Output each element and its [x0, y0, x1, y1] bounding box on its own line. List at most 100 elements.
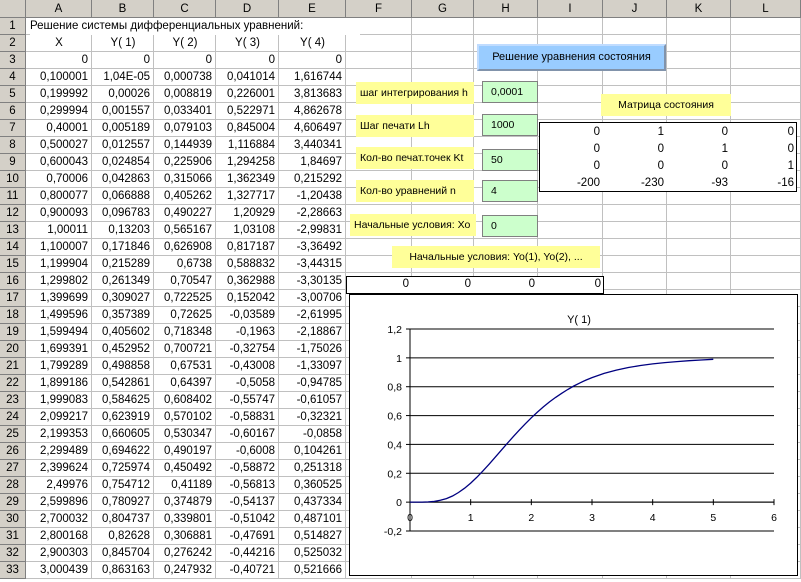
row-header[interactable]: 25	[0, 426, 26, 443]
data-cell[interactable]: 2,399624	[26, 460, 91, 477]
data-cell[interactable]: 0,452952	[92, 341, 153, 358]
data-cell[interactable]: 0,40001	[26, 120, 91, 137]
row-header[interactable]: 22	[0, 375, 26, 392]
column-header-j[interactable]: J	[603, 0, 667, 18]
data-cell[interactable]: 0,405262	[154, 188, 215, 205]
data-cell[interactable]: 0,315066	[154, 171, 215, 188]
row-header[interactable]: 5	[0, 86, 26, 103]
matrix-cell[interactable]: -230	[603, 175, 667, 192]
data-cell[interactable]: 0,374879	[154, 494, 215, 511]
data-cell[interactable]: -0,43008	[216, 358, 278, 375]
initial-y0-cell[interactable]: 0	[538, 276, 604, 293]
data-cell[interactable]: -0,58831	[216, 409, 278, 426]
data-cell[interactable]: 0,306881	[154, 528, 215, 545]
data-cell[interactable]: 1,299802	[26, 273, 91, 290]
data-cell[interactable]: 1,294258	[216, 154, 278, 171]
data-cell[interactable]: 0,000738	[154, 69, 215, 86]
data-cell[interactable]: 0	[92, 52, 153, 69]
data-cell[interactable]: 0,299994	[26, 103, 91, 120]
data-cell[interactable]: -0,55747	[216, 392, 278, 409]
row-header[interactable]: 17	[0, 290, 26, 307]
initial-y0-cell[interactable]: 0	[474, 276, 538, 293]
data-cell[interactable]: 1,599494	[26, 324, 91, 341]
data-cell[interactable]: 1,03108	[216, 222, 278, 239]
column-header-b[interactable]: B	[92, 0, 154, 18]
data-cell[interactable]: -3,00706	[279, 290, 345, 307]
data-cell[interactable]: -0,61057	[279, 392, 345, 409]
column-header-d[interactable]: D	[216, 0, 279, 18]
column-header-h[interactable]: H	[474, 0, 538, 18]
data-cell[interactable]: 0,70547	[154, 273, 215, 290]
row-header[interactable]: 23	[0, 392, 26, 409]
data-cell[interactable]: 0,70006	[26, 171, 91, 188]
row-header[interactable]: 2	[0, 35, 26, 52]
data-cell[interactable]: 0,82628	[92, 528, 153, 545]
data-cell[interactable]: 1,199904	[26, 256, 91, 273]
data-cell[interactable]: 2,299489	[26, 443, 91, 460]
data-cell[interactable]: 0,215289	[92, 256, 153, 273]
matrix-cell[interactable]: -93	[667, 175, 731, 192]
data-cell[interactable]: 1,100007	[26, 239, 91, 256]
data-cell[interactable]: 0,67531	[154, 358, 215, 375]
print-points-input[interactable]: 50	[482, 149, 538, 171]
data-cell[interactable]: 1,116884	[216, 137, 278, 154]
data-cell[interactable]: 2,900303	[26, 545, 91, 562]
data-cell[interactable]: 0,817187	[216, 239, 278, 256]
row-header[interactable]: 9	[0, 154, 26, 171]
data-cell[interactable]: 0,152042	[216, 290, 278, 307]
data-cell[interactable]: 2,599896	[26, 494, 91, 511]
data-cell[interactable]: 0,362988	[216, 273, 278, 290]
column-header-f[interactable]: F	[346, 0, 412, 18]
data-cell[interactable]: 0,600043	[26, 154, 91, 171]
data-cell[interactable]: 0,725974	[92, 460, 153, 477]
data-cell[interactable]: 0,900093	[26, 205, 91, 222]
row-header[interactable]: 1	[0, 18, 26, 35]
data-cell[interactable]: -0,54137	[216, 494, 278, 511]
matrix-cell[interactable]: 0	[731, 141, 797, 158]
data-cell[interactable]: -0,32754	[216, 341, 278, 358]
row-header[interactable]: 26	[0, 443, 26, 460]
data-cell[interactable]: 0,309027	[92, 290, 153, 307]
data-cell[interactable]: 2,700032	[26, 511, 91, 528]
row-header[interactable]: 3	[0, 52, 26, 69]
data-cell[interactable]: -2,61995	[279, 307, 345, 324]
data-cell[interactable]: 0,565167	[154, 222, 215, 239]
row-header[interactable]: 21	[0, 358, 26, 375]
data-cell[interactable]: 0,490227	[154, 205, 215, 222]
data-cell[interactable]: 0,066888	[92, 188, 153, 205]
data-cell[interactable]: 1,999083	[26, 392, 91, 409]
data-cell[interactable]: 2,199353	[26, 426, 91, 443]
data-cell[interactable]: 4,606497	[279, 120, 345, 137]
print-step-input[interactable]: 1000	[482, 114, 538, 136]
row-header[interactable]: 6	[0, 103, 26, 120]
data-cell[interactable]: 4,862678	[279, 103, 345, 120]
data-cell[interactable]: 0,024854	[92, 154, 153, 171]
data-cell[interactable]: -3,44315	[279, 256, 345, 273]
row-header[interactable]: 4	[0, 69, 26, 86]
data-cell[interactable]: 0,800077	[26, 188, 91, 205]
data-cell[interactable]: 0,041014	[216, 69, 278, 86]
solve-equation-button[interactable]: Решение уравнения состояния	[477, 44, 666, 71]
data-cell[interactable]: 0,171846	[92, 239, 153, 256]
data-cell[interactable]: 1,499596	[26, 307, 91, 324]
data-cell[interactable]: 0,608402	[154, 392, 215, 409]
data-cell[interactable]: 0,008819	[154, 86, 215, 103]
column-header-e[interactable]: E	[279, 0, 346, 18]
row-header[interactable]: 15	[0, 256, 26, 273]
data-cell[interactable]: 0,694622	[92, 443, 153, 460]
initial-y0-cell[interactable]: 0	[346, 276, 412, 293]
select-all-corner[interactable]	[0, 0, 26, 18]
data-cell[interactable]: -1,33097	[279, 358, 345, 375]
data-cell[interactable]: 0,005189	[92, 120, 153, 137]
data-cell[interactable]: -0,40721	[216, 562, 278, 579]
data-cell[interactable]: 2,099217	[26, 409, 91, 426]
data-cell[interactable]: 0,660605	[92, 426, 153, 443]
row-header[interactable]: 7	[0, 120, 26, 137]
row-header[interactable]: 28	[0, 477, 26, 494]
row-header[interactable]: 33	[0, 562, 26, 579]
data-cell[interactable]: 0,588832	[216, 256, 278, 273]
step-size-input[interactable]: 0,0001	[482, 81, 538, 103]
data-cell[interactable]: 0,780927	[92, 494, 153, 511]
data-cell[interactable]: -0,44216	[216, 545, 278, 562]
data-cell[interactable]: 0	[279, 52, 345, 69]
